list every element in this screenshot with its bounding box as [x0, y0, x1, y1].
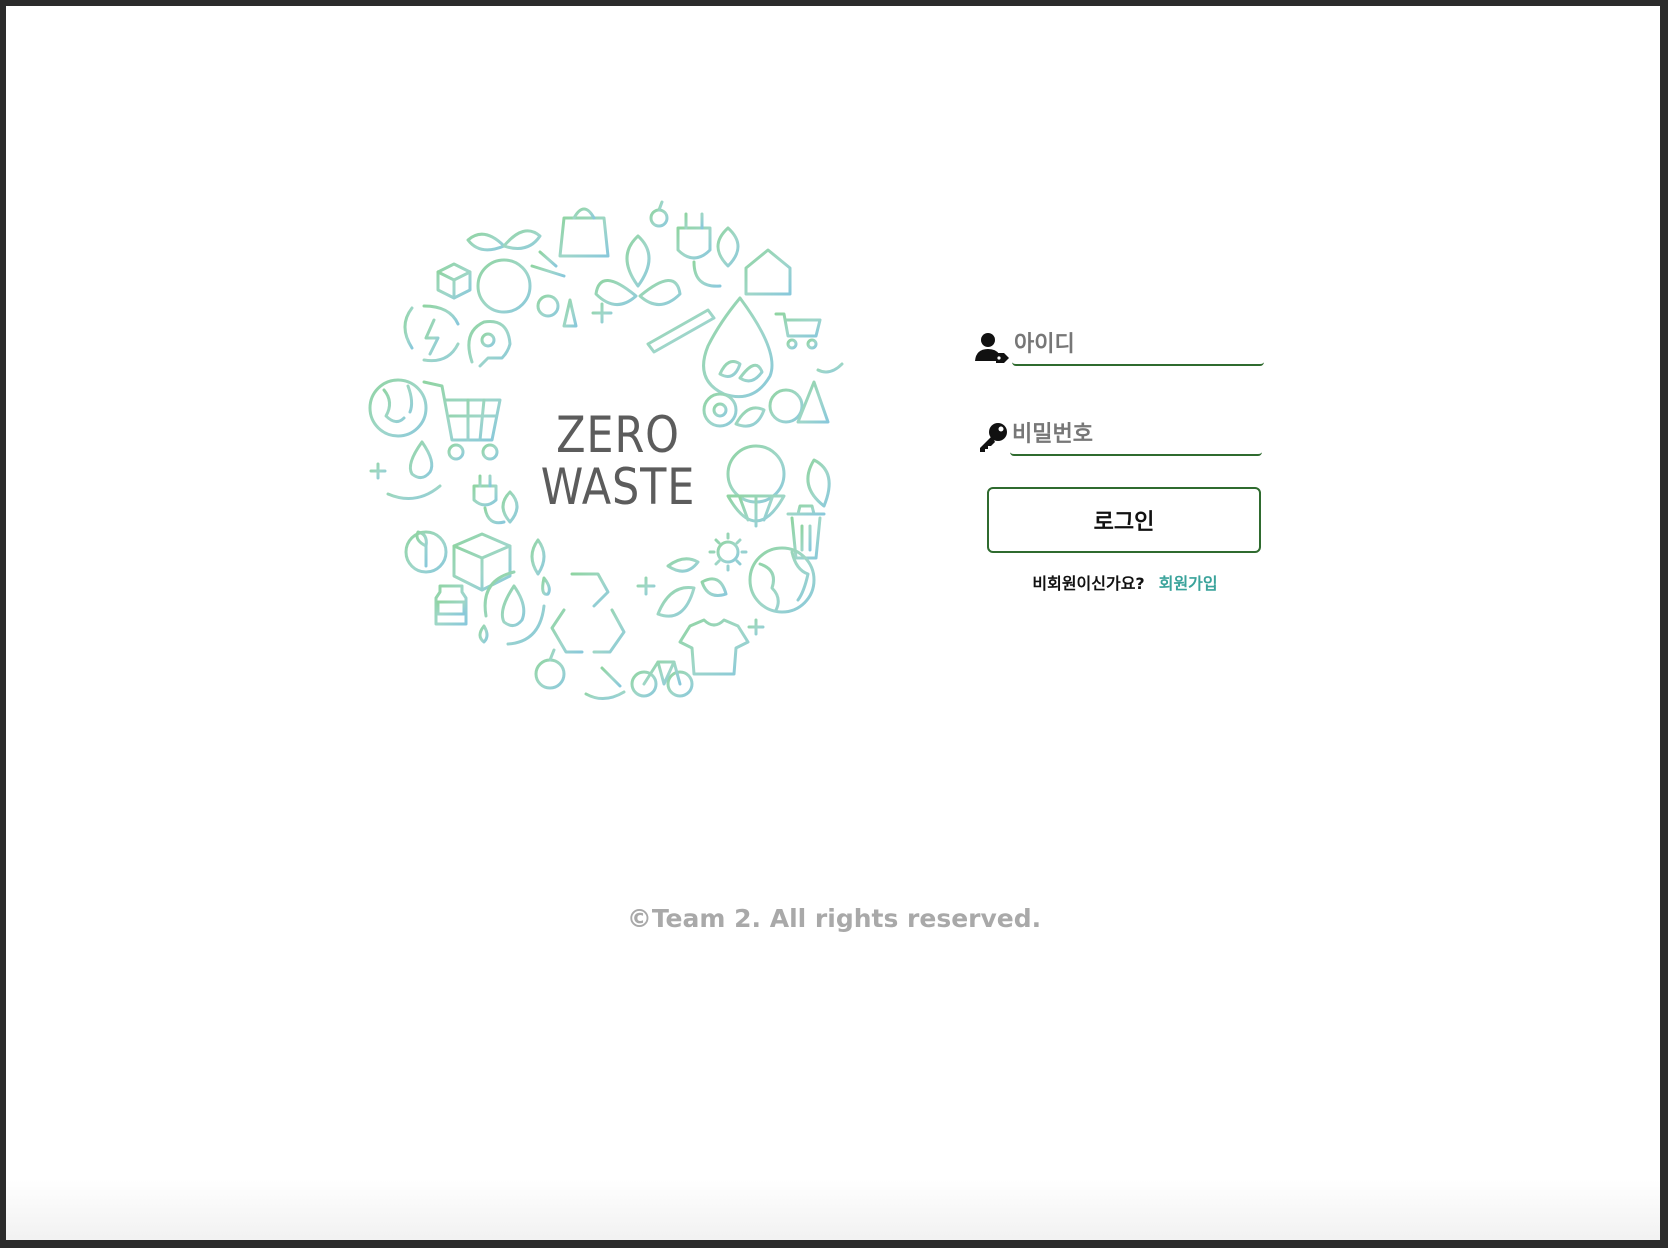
apple-icon [649, 200, 669, 228]
password-input[interactable] [1010, 414, 1262, 456]
signup-link[interactable]: 회원가입 [1159, 574, 1218, 593]
plant-icon [594, 224, 682, 323]
id-input[interactable] [1012, 324, 1264, 366]
plug-icon [676, 212, 722, 288]
signup-row: 비회원이신가요? 회원가입 [960, 570, 1290, 594]
shopping-bag-icon [558, 207, 610, 258]
water-drop-icon [702, 296, 774, 399]
t-shirt-icon [678, 618, 750, 676]
password-field-group [972, 414, 1272, 458]
copyright-footer: ©Team 2. All rights reserved. [626, 904, 1042, 933]
hand-icon [584, 666, 626, 700]
box-icon [452, 532, 512, 592]
sparkle-icon [636, 576, 765, 636]
apple-icon [534, 648, 566, 690]
globe-icon [748, 546, 816, 614]
bicycle-icon [626, 660, 698, 702]
tree-icon [534, 294, 582, 330]
toothbrush-icon [646, 308, 716, 354]
jar-icon [434, 584, 468, 626]
id-field-group [972, 324, 1274, 368]
lightbulb-icon [467, 319, 512, 368]
user-tag-icon [974, 332, 1010, 364]
globe-icon [466, 229, 542, 314]
hand-icon [816, 346, 844, 374]
sparkle-icon [369, 462, 387, 480]
cart-icon [774, 312, 822, 350]
key-icon [974, 422, 1010, 454]
house-icon [744, 248, 792, 296]
leaf-icon [404, 530, 448, 574]
box-icon [436, 262, 472, 300]
signup-question: 비회원이신가요? [1032, 574, 1145, 593]
recycle-icon [403, 304, 460, 363]
leaf-icon [530, 538, 546, 576]
sparkle-icon [591, 302, 613, 324]
logo-text-waste: WASTE [540, 458, 696, 516]
recycle-icon [550, 572, 626, 654]
leaf-icon [716, 226, 740, 268]
login-button[interactable]: 로그인 [987, 487, 1261, 553]
leaf-icon [656, 557, 728, 618]
logo-text-zero: ZERO [556, 406, 680, 464]
sun-icon [708, 532, 748, 572]
zero-waste-logo: ZERO WASTE [368, 196, 868, 712]
water-drop-icon [478, 570, 551, 646]
